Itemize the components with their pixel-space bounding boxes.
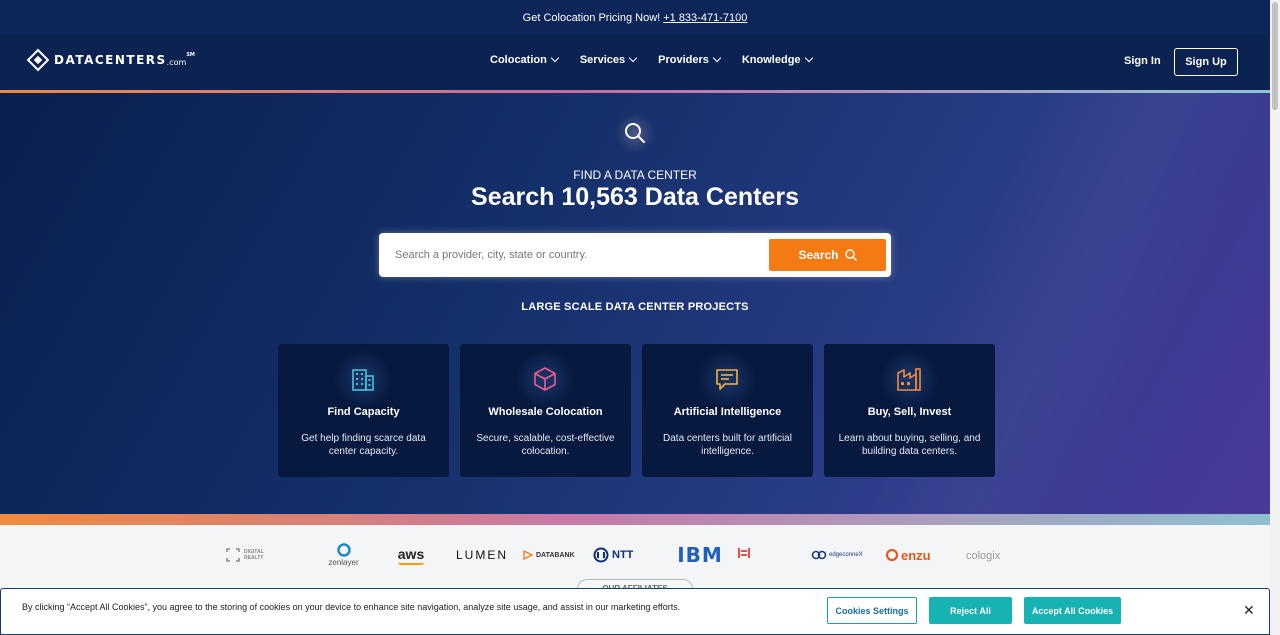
provider-logo-databank: DATABANK bbox=[523, 550, 593, 560]
provider-logo-zenlayer: zenlayer bbox=[306, 543, 381, 567]
card-description: Data centers built for artificial intell… bbox=[663, 433, 792, 457]
factory-icon bbox=[879, 350, 939, 408]
hero-section: FIND A DATA CENTER Search 10,563 Data Ce… bbox=[0, 93, 1270, 514]
hero-search-icon bbox=[615, 113, 655, 153]
cookies-settings-button[interactable]: Cookies Settings bbox=[827, 597, 917, 624]
scrollbar-thumb[interactable] bbox=[1272, 2, 1278, 110]
search-button-label: Search bbox=[798, 248, 839, 262]
chevron-down-icon bbox=[628, 53, 638, 63]
provider-logo-row: DIGITAL REALTY zenlayer aws LUMEN DATABA… bbox=[226, 543, 1026, 567]
provider-logo-cologix: cologix bbox=[966, 550, 1001, 562]
sign-in-link[interactable]: Sign In bbox=[1124, 55, 1161, 67]
main-menu: Colocation Services Providers Knowledge bbox=[490, 53, 813, 66]
provider-logo-aws: aws bbox=[381, 546, 441, 565]
search-button[interactable]: Search bbox=[769, 239, 886, 271]
card-description: Learn about buying, selling, and buildin… bbox=[838, 433, 981, 457]
card-title: Buy, Sell, Invest bbox=[867, 406, 952, 418]
nav-item-colocation[interactable]: Colocation bbox=[490, 53, 560, 66]
card-buy-sell-invest[interactable]: Buy, Sell, Invest Learn about buying, se… bbox=[824, 344, 995, 477]
building-icon bbox=[333, 350, 393, 408]
logo-diamond-icon bbox=[26, 48, 50, 72]
chat-icon bbox=[697, 350, 757, 408]
provider-logo-enzu: enzu bbox=[886, 548, 966, 563]
provider-logo-digital-realty: DIGITAL REALTY bbox=[226, 548, 306, 562]
logo-mark: SM bbox=[186, 52, 195, 58]
provider-logo-red-mark bbox=[737, 546, 811, 564]
promo-phone-link[interactable]: +1 833-471-7100 bbox=[663, 12, 747, 24]
cookie-banner: By clicking “Accept All Cookies”, you ag… bbox=[0, 588, 1270, 635]
promo-bar: Get Colocation Pricing Now! +1 833-471-7… bbox=[0, 0, 1270, 35]
hero-bottom-band bbox=[0, 514, 1270, 525]
main-navbar: DATACENTERS .com SM Colocation Services … bbox=[0, 35, 1270, 90]
logo-suffix: .com bbox=[166, 58, 187, 67]
promo-text: Get Colocation Pricing Now! bbox=[522, 11, 661, 24]
page-scrollbar[interactable] bbox=[1270, 0, 1280, 635]
project-cards: Find Capacity Get help finding scarce da… bbox=[278, 344, 995, 477]
provider-logo-edgeconnex: edgeconneX bbox=[811, 550, 886, 560]
close-icon[interactable]: ✕ bbox=[1243, 602, 1255, 619]
chevron-down-icon bbox=[550, 53, 560, 63]
cube-icon bbox=[515, 350, 575, 408]
nav-item-label: Colocation bbox=[490, 54, 547, 66]
chevron-down-icon bbox=[804, 53, 813, 63]
provider-logo-lumen: LUMEN bbox=[455, 548, 508, 562]
card-description: Secure, scalable, cost-effective colocat… bbox=[476, 433, 615, 457]
provider-logo-ntt: NTT bbox=[593, 547, 663, 563]
hero-kicker: FIND A DATA CENTER bbox=[573, 168, 697, 182]
card-title: Wholesale Colocation bbox=[488, 406, 603, 418]
card-find-capacity[interactable]: Find Capacity Get help finding scarce da… bbox=[278, 344, 449, 477]
projects-section-title: LARGE SCALE DATA CENTER PROJECTS bbox=[521, 301, 749, 313]
search-icon bbox=[844, 249, 857, 261]
card-title: Find Capacity bbox=[327, 406, 400, 418]
nav-item-label: Providers bbox=[658, 54, 709, 66]
nav-item-label: Services bbox=[579, 54, 626, 66]
nav-item-services[interactable]: Services bbox=[579, 53, 638, 66]
logo-text: DATACENTERS bbox=[54, 53, 167, 67]
cookie-text: By clicking “Accept All Cookies”, you ag… bbox=[22, 602, 681, 612]
nav-item-providers[interactable]: Providers bbox=[658, 53, 722, 66]
search-input[interactable] bbox=[379, 233, 764, 277]
reject-all-button[interactable]: Reject All bbox=[929, 597, 1012, 624]
chevron-down-icon bbox=[712, 53, 722, 63]
card-wholesale-colocation[interactable]: Wholesale Colocation Secure, scalable, c… bbox=[460, 344, 631, 477]
card-description: Get help finding scarce data center capa… bbox=[301, 433, 426, 457]
provider-logo-ibm: IBM bbox=[677, 543, 723, 567]
sign-up-button[interactable]: Sign Up bbox=[1174, 48, 1238, 76]
card-artificial-intelligence[interactable]: Artificial Intelligence Data centers bui… bbox=[642, 344, 813, 477]
nav-item-label: Knowledge bbox=[741, 54, 801, 66]
site-logo[interactable]: DATACENTERS .com SM bbox=[26, 48, 195, 72]
hero-headline: Search 10,563 Data Centers bbox=[471, 183, 799, 211]
search-box: Search bbox=[379, 233, 891, 277]
accept-all-cookies-button[interactable]: Accept All Cookies bbox=[1024, 597, 1121, 624]
card-title: Artificial Intelligence bbox=[673, 406, 782, 418]
nav-item-knowledge[interactable]: Knowledge bbox=[741, 53, 813, 66]
